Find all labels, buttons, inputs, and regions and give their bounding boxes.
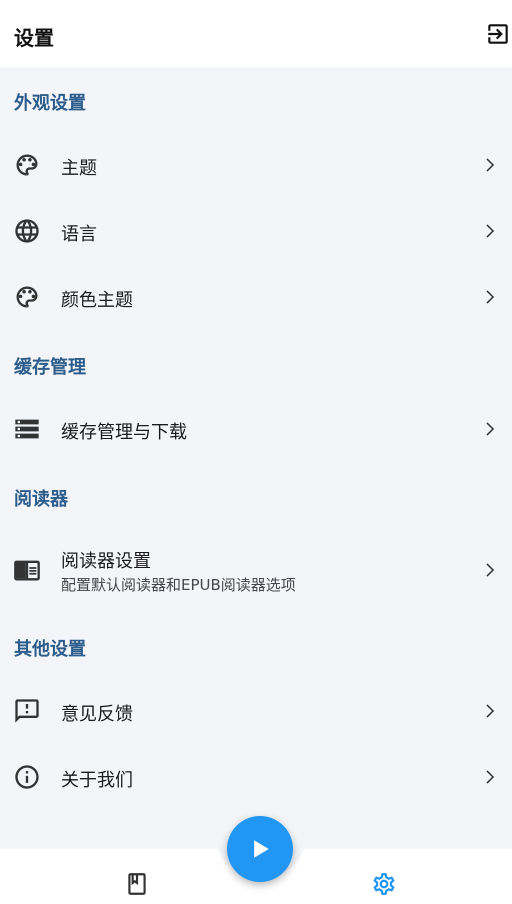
chrome-reader-icon [14, 560, 40, 581]
settings-item-language[interactable]: 语言 [0, 198, 512, 264]
settings-item-about[interactable]: 关于我们 [0, 744, 512, 810]
settings-item-label: 颜色主题 [61, 290, 133, 311]
chevron-right-icon [486, 422, 495, 436]
chevron-right-icon [486, 704, 495, 718]
play-icon [254, 840, 269, 858]
chevron-right-icon [486, 224, 495, 238]
chevron-right-icon [486, 158, 495, 172]
globe-icon [15, 219, 39, 243]
settings-item-color-theme[interactable]: 颜色主题 [0, 264, 512, 330]
settings-item-reader[interactable]: 阅读器设置 配置默认阅读器和EPUB阅读器选项 [0, 528, 512, 612]
section-header-other: 其他设置 [14, 639, 86, 660]
settings-gear-icon[interactable] [371, 871, 397, 897]
settings-item-label: 关于我们 [61, 770, 133, 791]
storage-icon [15, 419, 39, 439]
settings-item-label: 缓存管理与下载 [61, 422, 187, 443]
section-header-cache: 缓存管理 [14, 357, 86, 378]
settings-item-label: 主题 [61, 158, 97, 179]
section-header-appearance: 外观设置 [14, 93, 86, 114]
info-icon [15, 765, 39, 789]
page-title: 设置 [14, 26, 54, 50]
settings-item-label: 意见反馈 [61, 704, 133, 725]
palette-icon [16, 286, 38, 308]
feedback-icon [15, 699, 39, 723]
settings-item-theme[interactable]: 主题 [0, 132, 512, 198]
chevron-right-icon [486, 770, 495, 784]
settings-item-cache[interactable]: 缓存管理与下载 [0, 396, 512, 462]
book-icon[interactable] [124, 871, 150, 897]
play-button[interactable] [227, 816, 293, 882]
settings-item-feedback[interactable]: 意见反馈 [0, 678, 512, 744]
section-header-reader: 阅读器 [14, 489, 68, 510]
settings-item-label: 语言 [61, 224, 97, 245]
chevron-right-icon [486, 290, 495, 304]
settings-item-subtitle: 配置默认阅读器和EPUB阅读器选项 [61, 576, 296, 594]
app-bar: 设置 [0, 0, 512, 67]
settings-item-label: 阅读器设置 [61, 551, 151, 572]
logout-icon[interactable] [485, 21, 511, 47]
palette-icon [16, 154, 38, 176]
chevron-right-icon [486, 563, 495, 577]
